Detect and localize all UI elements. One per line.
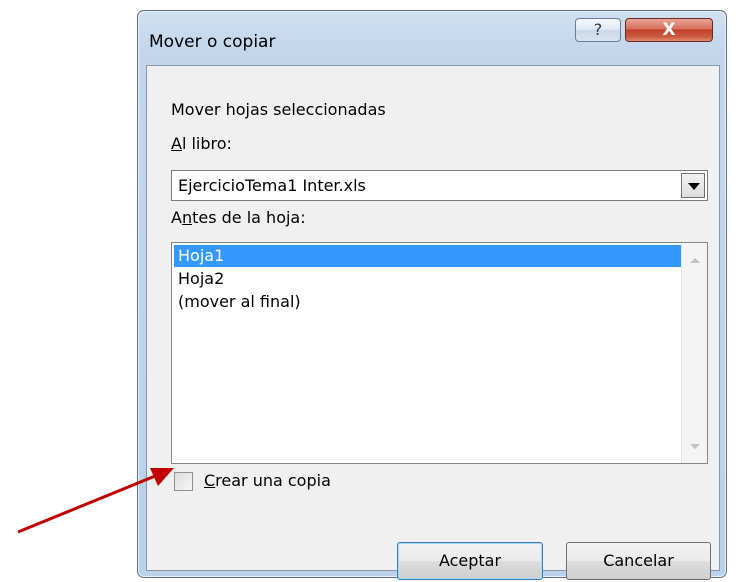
annotation-arrow-icon bbox=[17, 468, 174, 534]
